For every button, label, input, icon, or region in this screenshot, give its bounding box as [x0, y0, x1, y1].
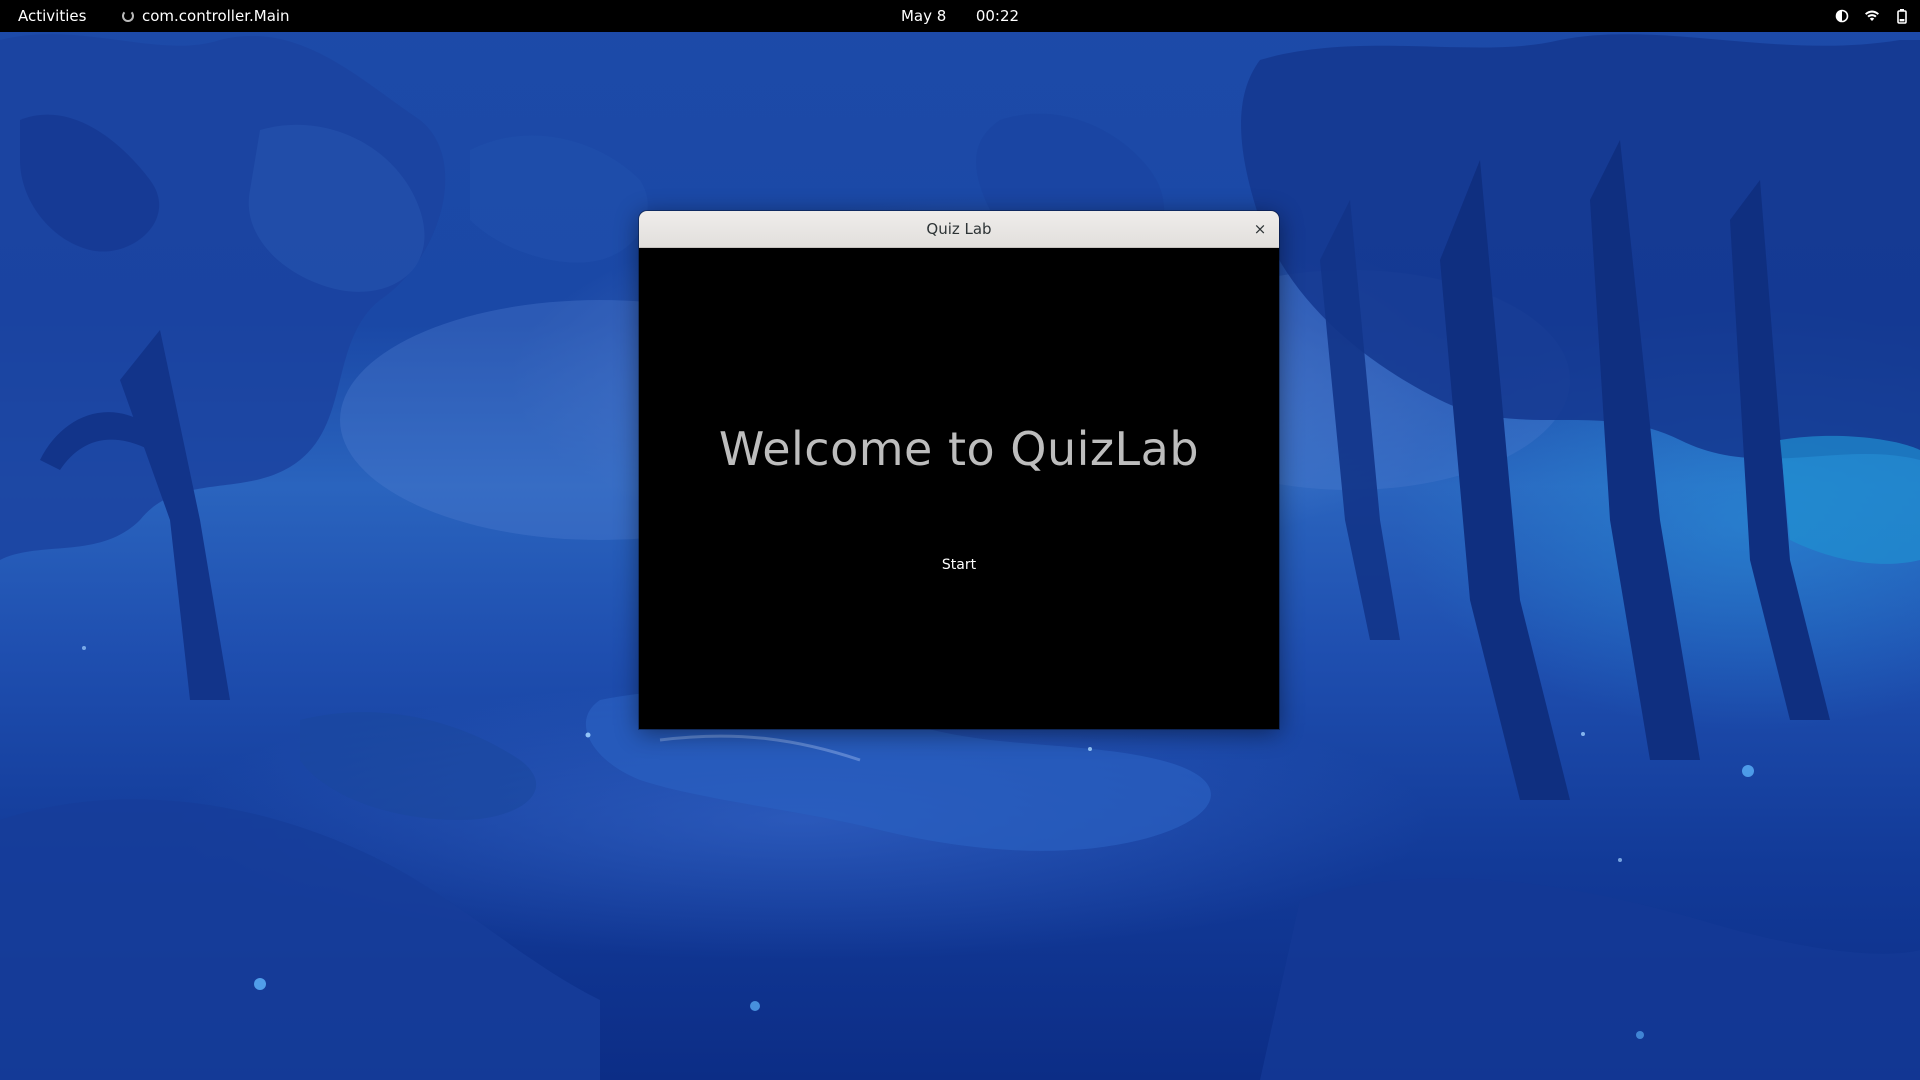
close-icon[interactable]: ×	[1249, 218, 1271, 240]
activities-button[interactable]: Activities	[0, 0, 104, 32]
start-button[interactable]: Start	[919, 550, 999, 580]
wifi-icon	[1865, 10, 1879, 21]
app-menu[interactable]: com.controller.Main	[122, 0, 290, 32]
date-time-button[interactable]: May 8 00:22	[881, 7, 1039, 25]
battery-icon	[1897, 9, 1907, 24]
top-bar: Activities com.controller.Main May 8 00:…	[0, 0, 1920, 32]
window-titlebar[interactable]: Quiz Lab ×	[639, 211, 1279, 248]
welcome-heading: Welcome to QuizLab	[718, 422, 1200, 476]
app-loading-icon	[122, 10, 134, 22]
clock-time: 00:22	[975, 7, 1020, 25]
night-light-icon	[1835, 9, 1849, 23]
system-status-menu[interactable]	[1834, 0, 1910, 32]
window-title: Quiz Lab	[926, 220, 992, 238]
app-menu-label: com.controller.Main	[142, 7, 290, 25]
clock-date: May 8	[900, 7, 947, 25]
window-content: Welcome to QuizLab Start	[639, 248, 1279, 729]
quiz-lab-window: Quiz Lab × Welcome to QuizLab Start	[639, 211, 1279, 729]
